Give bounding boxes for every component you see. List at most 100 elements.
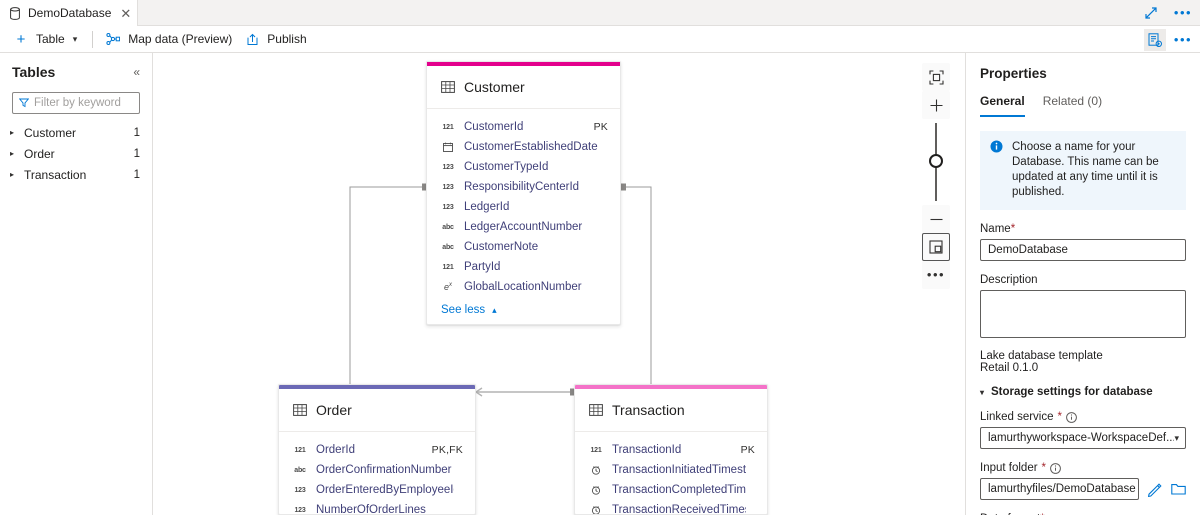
field-row[interactable]: 123 LedgerId — [427, 197, 620, 217]
properties-panel-icon[interactable] — [1144, 28, 1166, 51]
field-row[interactable]: 121 OrderId PK,FK — [279, 440, 475, 460]
linked-service-label-text: Linked service — [980, 411, 1054, 423]
command-bar: + Table ▾ Map data (Preview) Publish ••• — [0, 26, 1200, 53]
type-string-icon: abc — [442, 243, 454, 251]
tab-general[interactable]: General — [980, 94, 1025, 117]
table-card-order[interactable]: Order 121 OrderId PK,FK abc OrderConfirm… — [278, 384, 476, 515]
field-row[interactable]: abc CustomerNote — [427, 237, 620, 257]
info-tip-icon[interactable] — [1050, 462, 1061, 474]
zoom-in-icon[interactable] — [922, 91, 950, 119]
sidebar-item-customer[interactable]: ▸ Customer 1 — [0, 122, 152, 143]
table-card-customer[interactable]: Customer 121 CustomerId PK CustomerEstab… — [426, 61, 621, 325]
zoom-out-icon[interactable] — [922, 205, 950, 233]
field-row[interactable]: ex GlobalLocationNumber — [427, 277, 620, 297]
field-row[interactable]: abc LedgerAccountNumber — [427, 217, 620, 237]
filter-input[interactable]: Filter by keyword — [12, 92, 140, 114]
required-mark: * — [1057, 411, 1062, 423]
card-header[interactable]: Order — [279, 389, 475, 432]
sidebar-item-order[interactable]: ▸ Order 1 — [0, 143, 152, 164]
table-count: 1 — [133, 147, 140, 160]
card-header[interactable]: Customer — [427, 66, 620, 109]
type-number-icon: 123 — [294, 486, 306, 494]
storage-settings-section[interactable]: ▾ Storage settings for database — [980, 386, 1186, 398]
tab-demodatabase[interactable]: DemoDatabase ✕ — [0, 0, 138, 26]
minimap-toggle-icon[interactable] — [922, 233, 950, 261]
table-name: Transaction — [24, 167, 87, 182]
diagram-canvas[interactable]: Customer 121 CustomerId PK CustomerEstab… — [154, 53, 965, 515]
field-name: OrderEnteredByEmployeeId — [316, 484, 454, 496]
name-label: Name* — [980, 223, 1186, 235]
type-decimal-icon: ex — [443, 282, 452, 292]
publish-label: Publish — [267, 32, 307, 46]
panel-more-button[interactable]: ••• — [1172, 29, 1194, 51]
fit-to-screen-icon[interactable] — [922, 63, 950, 91]
sidebar-item-transaction[interactable]: ▸ Transaction 1 — [0, 164, 152, 185]
card-header[interactable]: Transaction — [575, 389, 767, 432]
canvas-more-icon[interactable]: ••• — [922, 261, 950, 289]
publish-button[interactable]: Publish — [241, 27, 315, 51]
info-banner: Choose a name for your Database. This na… — [980, 131, 1186, 210]
chevron-right-icon[interactable]: ▸ — [10, 128, 24, 137]
field-name: NumberOfOrderLines — [316, 504, 426, 515]
chevron-right-icon[interactable]: ▸ — [10, 149, 24, 158]
add-table-button[interactable]: + Table ▾ — [10, 27, 86, 51]
publish-upload-icon — [243, 33, 261, 46]
field-row[interactable]: 123 NumberOfOrderLines — [279, 500, 475, 515]
table-count: 1 — [133, 168, 140, 181]
table-name: Customer — [24, 125, 77, 140]
field-row[interactable]: 123 CustomerTypeId — [427, 157, 620, 177]
funnel-icon — [19, 98, 29, 108]
map-data-button[interactable]: Map data (Preview) — [102, 27, 241, 51]
pencil-icon[interactable] — [1147, 481, 1163, 497]
chevron-down-icon: ▾ — [72, 33, 78, 44]
field-name: LedgerAccountNumber — [464, 221, 583, 233]
database-icon — [9, 6, 21, 20]
collapse-panel-icon[interactable]: « — [133, 66, 140, 78]
field-row[interactable]: TransactionCompletedTime... — [575, 480, 767, 500]
field-row[interactable]: 121 CustomerId PK — [427, 117, 620, 137]
field-row[interactable]: 121 PartyId — [427, 257, 620, 277]
field-row[interactable]: TransactionReceivedTimest... — [575, 500, 767, 514]
tab-related[interactable]: Related (0) — [1043, 94, 1102, 117]
field-list: 121 TransactionId PK TransactionInitiate… — [575, 432, 767, 514]
description-textarea[interactable] — [980, 290, 1186, 338]
table-title: Customer — [464, 79, 525, 95]
input-folder-input[interactable]: lamurthyfiles/DemoDatabase — [980, 478, 1139, 500]
field-row[interactable]: TransactionInitiatedTimesta... — [575, 460, 767, 480]
field-row[interactable]: abc OrderConfirmationNumber — [279, 460, 475, 480]
table-grid-icon — [441, 80, 455, 94]
add-table-label: Table — [36, 32, 65, 46]
linked-service-dropdown[interactable]: lamurthyworkspace-WorkspaceDef... ▾ — [980, 427, 1186, 449]
chevron-right-icon[interactable]: ▸ — [10, 170, 24, 179]
name-input[interactable]: DemoDatabase — [980, 239, 1186, 261]
see-less-link[interactable]: See less ▴ — [427, 297, 620, 318]
field-name: GlobalLocationNumber — [464, 281, 582, 293]
command-bar-right: ••• — [1144, 27, 1194, 52]
filter-placeholder: Filter by keyword — [34, 97, 121, 109]
expand-arrows-icon[interactable] — [1140, 2, 1162, 24]
panel-title: Tables — [12, 64, 56, 80]
storage-settings-label: Storage settings for database — [991, 386, 1153, 398]
field-name: PartyId — [464, 261, 501, 273]
properties-tabs: General Related (0) — [980, 94, 1186, 117]
zoom-slider-thumb[interactable] — [929, 154, 943, 168]
info-tip-icon[interactable] — [1066, 411, 1077, 423]
table-card-transaction[interactable]: Transaction 121 TransactionId PK Transac… — [574, 384, 768, 515]
window-more-button[interactable]: ••• — [1172, 2, 1194, 24]
field-key: PK — [740, 444, 755, 456]
close-icon[interactable]: ✕ — [118, 7, 133, 20]
input-folder-label: Input folder * — [980, 462, 1186, 474]
tab-label: DemoDatabase — [28, 6, 112, 20]
required-mark: * — [1041, 462, 1047, 474]
table-grid-icon — [293, 403, 307, 417]
field-row[interactable]: CustomerEstablishedDate — [427, 137, 620, 157]
field-key: PK,FK — [431, 444, 463, 456]
zoom-slider[interactable] — [922, 123, 950, 201]
folder-icon[interactable] — [1171, 481, 1187, 497]
input-folder-value: lamurthyfiles/DemoDatabase — [988, 483, 1136, 495]
field-row[interactable]: 123 OrderEnteredByEmployeeId — [279, 480, 475, 500]
field-row[interactable]: 121 TransactionId PK — [575, 440, 767, 460]
field-row[interactable]: 123 ResponsibilityCenterId — [427, 177, 620, 197]
triangle-expanded-icon: ▾ — [980, 387, 985, 397]
info-circle-icon — [990, 140, 1004, 200]
